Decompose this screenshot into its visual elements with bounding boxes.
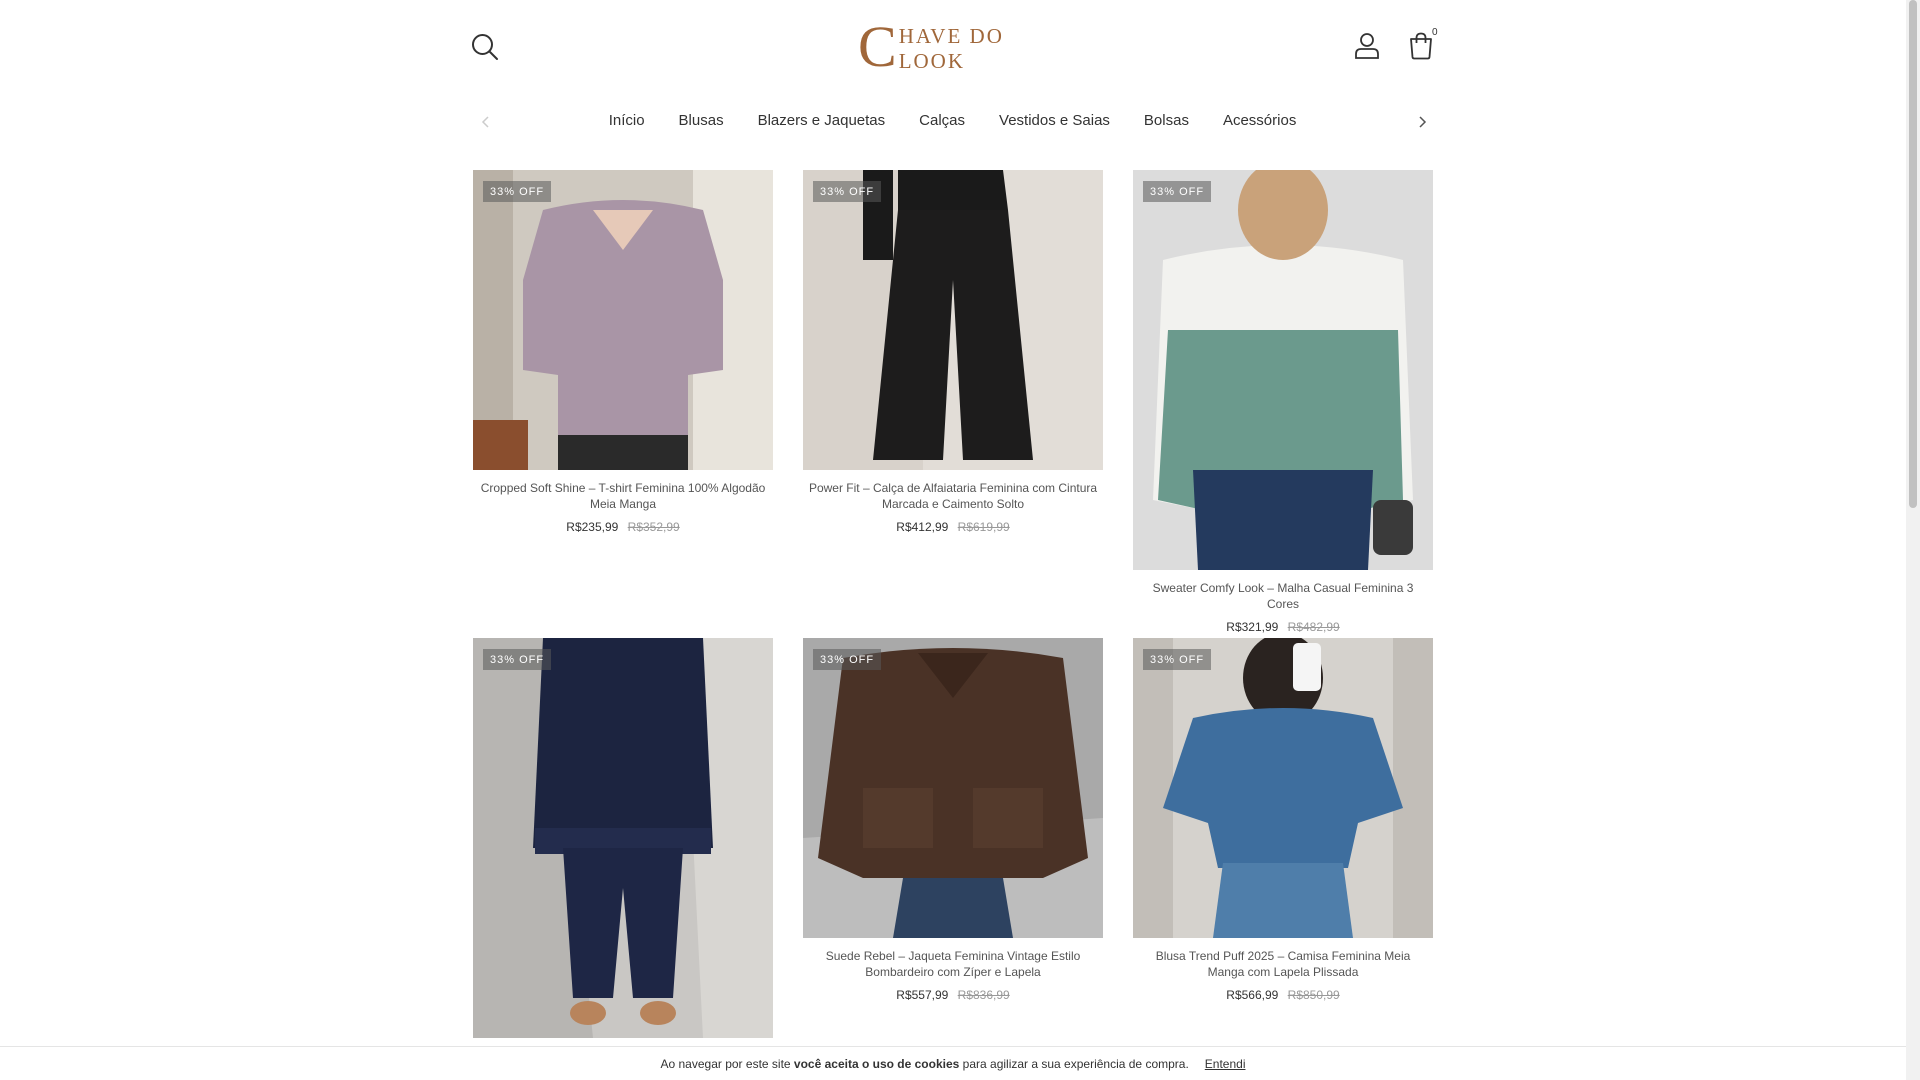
discount-badge: 33% OFF bbox=[1143, 181, 1212, 202]
product-image[interactable]: 33% OFF bbox=[803, 638, 1103, 938]
cart-icon[interactable] bbox=[1408, 32, 1434, 60]
cookie-text-after: para agilizar a sua experiência de compr… bbox=[959, 1056, 1189, 1071]
cookie-consent-bar: Ao navegar por este site você aceita o u… bbox=[0, 1046, 1906, 1080]
black-trousers-photo bbox=[803, 170, 1103, 470]
product-price: R$412,99 bbox=[896, 520, 949, 534]
nav-item-vestidos-saias[interactable]: Vestidos e Saias bbox=[982, 108, 1127, 133]
nav-item-blazers-jaquetas[interactable]: Blazers e Jaquetas bbox=[741, 108, 903, 133]
product-image[interactable]: 33% OFF bbox=[1133, 170, 1433, 570]
product-name[interactable]: Cropped Soft Shine – T-shirt Feminina 10… bbox=[473, 480, 773, 512]
product-name[interactable]: Power Fit – Calça de Alfaiataria Feminin… bbox=[803, 480, 1103, 512]
product-card[interactable]: 33% OFF Blusa Trend Puff 2025 – Camisa F… bbox=[1133, 638, 1433, 1002]
product-image[interactable]: 33% OFF bbox=[473, 638, 773, 1038]
product-price: R$557,99 bbox=[896, 988, 949, 1002]
cookie-text-before: Ao navegar por este site bbox=[660, 1056, 794, 1071]
discount-badge: 33% OFF bbox=[483, 649, 552, 670]
chevron-right-icon[interactable] bbox=[1412, 112, 1432, 132]
cart-count-badge: 0 bbox=[1432, 27, 1438, 38]
page-scrollbar[interactable] bbox=[1906, 0, 1920, 1080]
nav-item-blusas[interactable]: Blusas bbox=[662, 108, 741, 133]
cookie-text: Ao navegar por este site você aceita o u… bbox=[661, 1057, 1189, 1071]
lilac-tshirt-photo bbox=[473, 170, 773, 470]
discount-badge: 33% OFF bbox=[483, 181, 552, 202]
logo-initial: C bbox=[858, 14, 897, 79]
striped-sweater-photo bbox=[1133, 170, 1433, 570]
denim-puff-shirt-photo bbox=[1133, 638, 1433, 938]
product-price: R$321,99 bbox=[1226, 620, 1279, 634]
search-icon[interactable] bbox=[470, 32, 500, 62]
product-card[interactable]: 33% OFF Cropped Soft Shine – T-shirt Fem… bbox=[473, 170, 773, 534]
nav-item-inicio[interactable]: Início bbox=[592, 108, 662, 133]
product-name[interactable]: Blusa Trend Puff 2025 – Camisa Feminina … bbox=[1133, 948, 1433, 980]
product-card[interactable]: 33% OFF Suede Rebel – Jaqueta Feminina V… bbox=[803, 638, 1103, 1002]
price-row: R$321,99 R$482,99 bbox=[1133, 620, 1433, 634]
nav-item-calcas[interactable]: Calças bbox=[902, 108, 982, 133]
product-old-price: R$619,99 bbox=[957, 520, 1010, 534]
product-old-price: R$836,99 bbox=[957, 988, 1010, 1002]
discount-badge: 33% OFF bbox=[1143, 649, 1212, 670]
product-name[interactable]: Suede Rebel – Jaqueta Feminina Vintage E… bbox=[803, 948, 1103, 980]
product-old-price: R$850,99 bbox=[1287, 988, 1340, 1002]
site-logo[interactable]: C HAVE DO LOOK bbox=[858, 18, 1050, 76]
discount-badge: 33% OFF bbox=[813, 649, 882, 670]
product-old-price: R$482,99 bbox=[1287, 620, 1340, 634]
discount-badge: 33% OFF bbox=[813, 181, 882, 202]
denim-jacket-photo bbox=[473, 638, 773, 1038]
price-row: R$412,99 R$619,99 bbox=[803, 520, 1103, 534]
logo-text: HAVE DO LOOK bbox=[898, 24, 1004, 73]
nav-items: Início Blusas Blazers e Jaquetas Calças … bbox=[470, 108, 1435, 133]
cookie-accept-link[interactable]: Entendi bbox=[1205, 1057, 1246, 1071]
product-image[interactable]: 33% OFF bbox=[803, 170, 1103, 470]
site-header: C HAVE DO LOOK 0 bbox=[0, 0, 1906, 95]
price-row: R$557,99 R$836,99 bbox=[803, 988, 1103, 1002]
nav-item-bolsas[interactable]: Bolsas bbox=[1127, 108, 1206, 133]
price-row: R$235,99 R$352,99 bbox=[473, 520, 773, 534]
suede-jacket-photo bbox=[803, 638, 1103, 938]
cookie-text-bold: você aceita o uso de cookies bbox=[793, 1056, 960, 1071]
scrollbar-thumb[interactable] bbox=[1909, 0, 1917, 508]
product-name[interactable]: Sweater Comfy Look – Malha Casual Femini… bbox=[1133, 580, 1433, 612]
product-price: R$566,99 bbox=[1226, 988, 1279, 1002]
user-icon[interactable] bbox=[1354, 32, 1380, 60]
product-image[interactable]: 33% OFF bbox=[1133, 638, 1433, 938]
nav-item-acessorios[interactable]: Acessórios bbox=[1206, 108, 1313, 133]
product-image[interactable]: 33% OFF bbox=[473, 170, 773, 470]
price-row: R$566,99 R$850,99 bbox=[1133, 988, 1433, 1002]
category-nav: Início Blusas Blazers e Jaquetas Calças … bbox=[470, 108, 1435, 138]
product-price: R$235,99 bbox=[566, 520, 619, 534]
product-old-price: R$352,99 bbox=[627, 520, 680, 534]
product-card[interactable]: 33% OFF Sweater Comfy Look – Malha Casua… bbox=[1133, 170, 1433, 634]
product-card[interactable]: 33% OFF bbox=[473, 638, 773, 1038]
product-card[interactable]: 33% OFF Power Fit – Calça de Alfaiataria… bbox=[803, 170, 1103, 534]
